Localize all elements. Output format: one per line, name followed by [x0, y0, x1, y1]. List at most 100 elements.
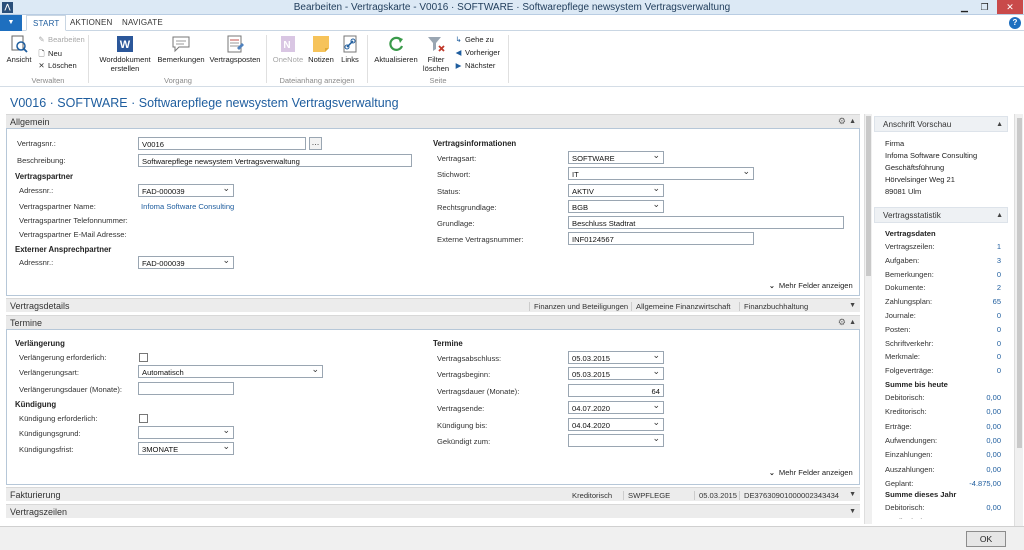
gekuendigt-zum-dropdown[interactable]: [568, 434, 664, 447]
factbox-scrollbar-thumb[interactable]: [1017, 118, 1022, 448]
gehe-zu-button[interactable]: ↳ Gehe zu: [454, 35, 493, 44]
summe-row-value[interactable]: 0,00: [986, 393, 1001, 402]
externe-vertragsnummer-field[interactable]: INF0124567: [568, 232, 754, 245]
verlaengerung-erforderlich-checkbox[interactable]: [139, 353, 148, 362]
vertragsdaten-row[interactable]: Schriftverkehr: 0: [885, 339, 1001, 349]
summe-row[interactable]: Einzahlungen: 0,00: [885, 450, 1001, 460]
vertragsdaten-row[interactable]: Zahlungsplan: 65: [885, 297, 1001, 307]
beschreibung-field[interactable]: Softwarepflege newsystem Vertragsverwalt…: [138, 154, 412, 167]
vertragsdaten-row[interactable]: Folgeverträge: 0: [885, 366, 1001, 376]
maximize-icon[interactable]: ❐: [977, 1, 992, 13]
close-icon[interactable]: ✕: [997, 0, 1023, 14]
naechster-button[interactable]: ▶ Nächster: [454, 61, 496, 70]
loeschen-button[interactable]: ✕ Löschen: [37, 61, 76, 70]
vertragsdaten-row-value[interactable]: 0: [997, 352, 1001, 361]
adressnr-dropdown[interactable]: FAD-000039: [138, 184, 234, 197]
bemerkungen-button[interactable]: Bemerkungen: [156, 34, 206, 65]
mehr-felder-button[interactable]: ⌄ Mehr Felder anzeigen: [769, 281, 853, 290]
summe-row[interactable]: Erträge: 0,00: [885, 422, 1001, 432]
grundlage-field[interactable]: Beschluss Stadtrat: [568, 216, 844, 229]
vertragsdaten-row[interactable]: Journale: 0: [885, 311, 1001, 321]
mehr-felder-button[interactable]: ⌄ Mehr Felder anzeigen: [769, 468, 853, 477]
summe-row-value[interactable]: 0,00: [986, 465, 1001, 474]
worddokument-button[interactable]: W Worddokument erstellen: [95, 34, 155, 73]
vertragsdaten-row[interactable]: Bemerkungen: 0: [885, 270, 1001, 280]
vertragsdaten-row[interactable]: Aufgaben: 3: [885, 256, 1001, 266]
chevron-down-icon[interactable]: ▼: [849, 508, 856, 515]
vorheriger-button[interactable]: ◀ Vorheriger: [454, 48, 500, 57]
vertragsdaten-row-value[interactable]: 0: [997, 366, 1001, 375]
vertragsbeginn-dropdown[interactable]: 05.03.2015: [568, 367, 664, 380]
aktualisieren-button[interactable]: Aktualisieren: [372, 34, 420, 65]
settings-icon[interactable]: ⚙: [838, 317, 846, 328]
chevron-up-icon[interactable]: ▲: [849, 319, 856, 326]
summe-row-value[interactable]: 0,00: [986, 450, 1001, 459]
chevron-down-icon[interactable]: ▼: [849, 302, 856, 309]
summe-row[interactable]: Geplant: -4.875,00: [885, 479, 1001, 489]
vertragsposten-button[interactable]: Vertragsposten: [208, 34, 262, 65]
ansicht-button[interactable]: Ansicht: [4, 34, 34, 65]
jahr-row-value[interactable]: 0,00: [986, 503, 1001, 512]
summe-row[interactable]: Auszahlungen: 0,00: [885, 465, 1001, 475]
anschrift-vorschau-header[interactable]: Anschrift Vorschau ▲: [874, 116, 1008, 132]
jahr-row[interactable]: Debitorisch: 0,00: [885, 503, 1001, 513]
vertragsdaten-row-value[interactable]: 1: [997, 242, 1001, 251]
vp-name-link[interactable]: Infoma Software Consulting: [141, 202, 234, 211]
kuendigung-bis-dropdown[interactable]: 04.04.2020: [568, 418, 664, 431]
rechtsgrundlage-dropdown[interactable]: BGB: [568, 200, 664, 213]
notizen-button[interactable]: Notizen: [306, 34, 336, 65]
main-scrollbar[interactable]: [864, 114, 872, 524]
vertragsdaten-row[interactable]: Vertragszeilen: 1: [885, 242, 1001, 252]
chevron-down-icon[interactable]: ▼: [849, 491, 856, 498]
chevron-up-icon[interactable]: ▲: [849, 118, 856, 125]
fasttab-termine-header[interactable]: Termine ⚙ ▲: [6, 315, 860, 329]
chevron-up-icon[interactable]: ▲: [996, 212, 1003, 219]
links-button[interactable]: Links: [338, 34, 362, 65]
filter-loeschen-button[interactable]: Filter löschen: [421, 34, 451, 73]
vertragsdaten-row[interactable]: Dokumente: 2: [885, 283, 1001, 293]
tab-navigate[interactable]: NAVIGATE: [122, 18, 163, 27]
vertragsdaten-row-value[interactable]: 0: [997, 311, 1001, 320]
vertragsdaten-row-value[interactable]: 0: [997, 270, 1001, 279]
vertragsdaten-row-value[interactable]: 0: [997, 339, 1001, 348]
vertragsdaten-row-value[interactable]: 3: [997, 256, 1001, 265]
vertragsart-dropdown[interactable]: SOFTWARE: [568, 151, 664, 164]
summe-row-value[interactable]: -4.875,00: [969, 479, 1001, 488]
vertragsabschluss-dropdown[interactable]: 05.03.2015: [568, 351, 664, 364]
bearbeiten-button[interactable]: ✎ Bearbeiten: [37, 35, 84, 44]
kuendigungsfrist-dropdown[interactable]: 3MONATE: [138, 442, 234, 455]
fasttab-vertragsdetails-header[interactable]: Vertragsdetails Finanzen und Beteiligung…: [6, 298, 860, 312]
summe-row[interactable]: Kreditorisch: 0,00: [885, 407, 1001, 417]
summe-row[interactable]: Aufwendungen: 0,00: [885, 436, 1001, 446]
status-dropdown[interactable]: AKTIV: [568, 184, 664, 197]
ok-button[interactable]: OK: [966, 531, 1006, 547]
summe-row-value[interactable]: 0,00: [986, 422, 1001, 431]
onenote-button[interactable]: N OneNote: [270, 34, 306, 65]
kuendigung-erforderlich-checkbox[interactable]: [139, 414, 148, 423]
vertragsnr-field[interactable]: V0016: [138, 137, 306, 150]
lookup-button[interactable]: …: [309, 137, 322, 150]
kuendigungsgrund-dropdown[interactable]: [138, 426, 234, 439]
vertragsdaten-row[interactable]: Posten: 0: [885, 325, 1001, 335]
stichwort-dropdown[interactable]: IT: [568, 167, 754, 180]
tab-start[interactable]: START: [26, 15, 67, 31]
fasttab-allgemein-header[interactable]: Allgemein ⚙ ▲: [6, 114, 860, 128]
verlaengerungsart-dropdown[interactable]: Automatisch: [138, 365, 323, 378]
app-menu-button[interactable]: ▼: [0, 15, 22, 31]
vertragsdaten-row-value[interactable]: 2: [997, 283, 1001, 292]
vertragsdaten-row-value[interactable]: 0: [997, 325, 1001, 334]
main-scrollbar-thumb[interactable]: [866, 116, 871, 276]
summe-row-value[interactable]: 0,00: [986, 436, 1001, 445]
summe-row[interactable]: Debitorisch: 0,00: [885, 393, 1001, 403]
fasttab-fakturierung-header[interactable]: Fakturierung Kreditorisch SWPFLEGE 05.03…: [6, 487, 860, 501]
vertragsstatistik-header[interactable]: Vertragsstatistik ▲: [874, 207, 1008, 223]
vertragsdaten-row[interactable]: Merkmale: 0: [885, 352, 1001, 362]
ext-adressnr-dropdown[interactable]: FAD-000039: [138, 256, 234, 269]
factbox-scrollbar[interactable]: [1014, 114, 1023, 526]
settings-icon[interactable]: ⚙: [838, 116, 846, 127]
tab-aktionen[interactable]: AKTIONEN: [70, 18, 113, 27]
help-icon[interactable]: ?: [1009, 17, 1021, 29]
vertragsende-dropdown[interactable]: 04.07.2020: [568, 401, 664, 414]
summe-row-value[interactable]: 0,00: [986, 407, 1001, 416]
neu-button[interactable]: 🗋 Neu: [37, 48, 62, 61]
